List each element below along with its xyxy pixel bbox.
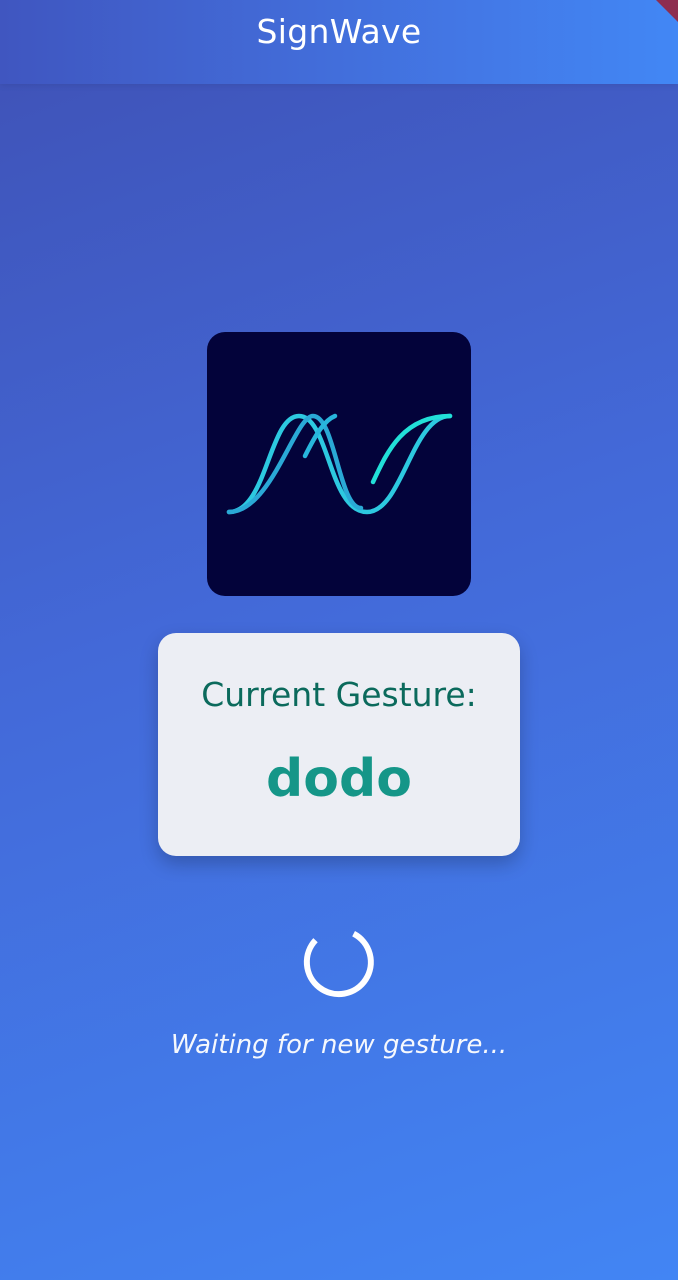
current-gesture-value: dodo xyxy=(266,749,412,809)
status-message: Waiting for new gesture... xyxy=(170,1030,508,1060)
app-title: SignWave xyxy=(256,12,422,51)
app-bar: SignWave xyxy=(0,0,678,84)
loading-spinner-icon xyxy=(303,926,375,998)
signwave-logo-icon xyxy=(226,413,453,515)
debug-banner xyxy=(656,0,678,22)
current-gesture-label: Current Gesture: xyxy=(201,675,477,714)
app-logo xyxy=(207,332,471,596)
current-gesture-card: Current Gesture: dodo xyxy=(158,633,520,856)
